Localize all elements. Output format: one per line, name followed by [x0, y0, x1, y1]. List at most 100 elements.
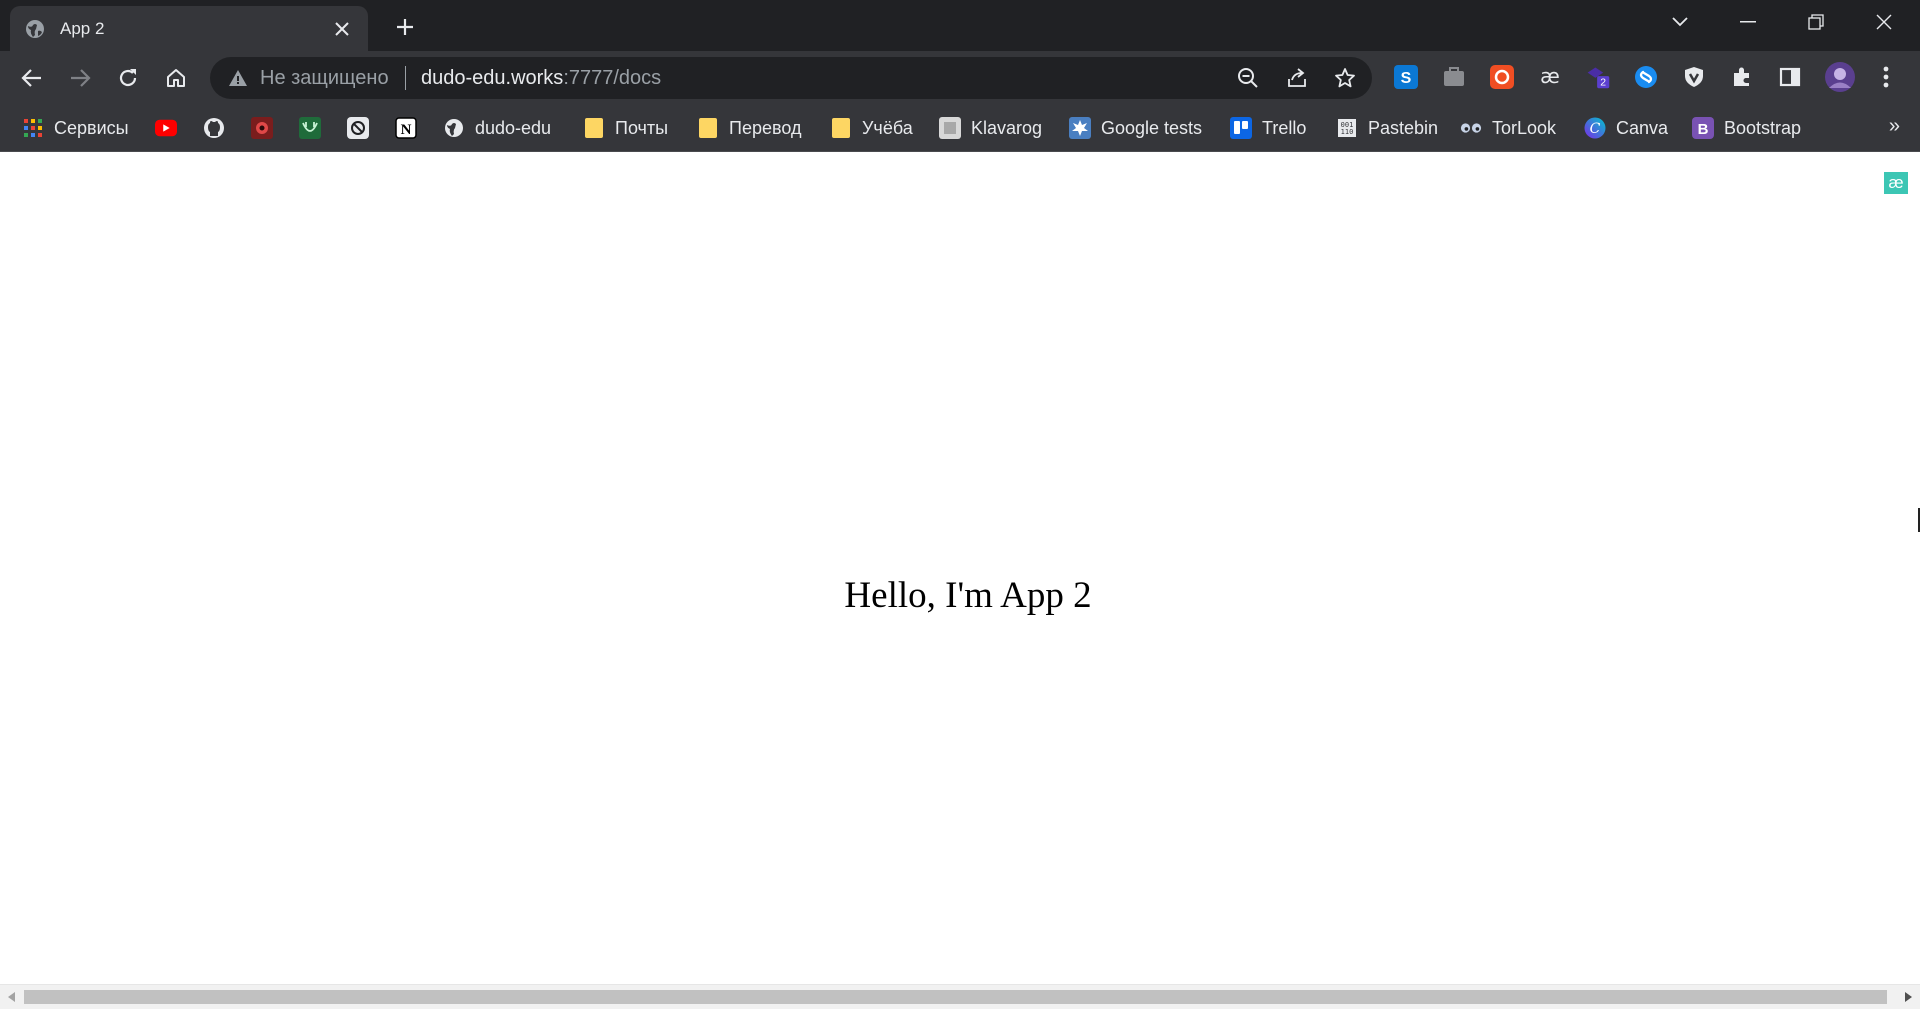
page-content: æ Hello, I'm App 2: [0, 152, 1920, 984]
bookmark-label: Перевод: [729, 117, 802, 138]
svg-text:æ: æ: [1540, 65, 1560, 88]
bookmark-services[interactable]: Сервисы: [22, 115, 129, 141]
horizontal-scrollbar[interactable]: [0, 984, 1920, 1009]
reload-button[interactable]: [112, 62, 144, 94]
minimize-button[interactable]: [1714, 0, 1782, 44]
tab-search-chevron-icon[interactable]: [1646, 0, 1714, 44]
bookmark-torlook[interactable]: TorLook: [1460, 115, 1556, 141]
bookmark-green-app[interactable]: [299, 115, 321, 141]
bookmark-chatgpt[interactable]: [347, 115, 369, 141]
bookmark-dudo-edu[interactable]: dudo-edu: [443, 115, 551, 141]
folder-icon: [583, 117, 605, 139]
apps-grid-icon: [22, 117, 44, 139]
bookmark-label: Trello: [1262, 117, 1307, 138]
share-icon[interactable]: [1285, 66, 1309, 90]
restore-button[interactable]: [1782, 0, 1850, 44]
profile-avatar[interactable]: [1824, 61, 1856, 93]
bookmark-label: Google tests: [1101, 117, 1203, 138]
svg-text:N: N: [401, 122, 412, 138]
extension-badge-count: 2: [1600, 78, 1606, 89]
folder-icon: [830, 117, 852, 139]
puzzle-extensions-icon[interactable]: [1729, 64, 1755, 90]
bookmark-label: Сервисы: [54, 117, 129, 138]
tab-strip: App 2: [0, 0, 1920, 51]
scrollbar-thumb[interactable]: [24, 990, 1887, 1004]
bookmark-folder-mail[interactable]: Почты: [583, 115, 668, 141]
bookmark-label: Klavarog: [971, 117, 1043, 138]
zoom-out-icon[interactable]: [1236, 66, 1260, 90]
svg-text:S: S: [1401, 70, 1412, 87]
bookmark-youtube[interactable]: [155, 115, 177, 141]
bookmark-folder-study[interactable]: Учёба: [830, 115, 913, 141]
omnibox-divider: [405, 66, 406, 90]
address-bar[interactable]: Не защищено dudo-edu.works:7777/docs: [210, 57, 1372, 99]
skype-icon[interactable]: S: [1393, 64, 1419, 90]
bookmark-pastebin[interactable]: 001 110 Pastebin: [1336, 115, 1438, 141]
record-icon[interactable]: [1489, 64, 1515, 90]
kebab-menu-icon[interactable]: [1873, 64, 1899, 90]
security-label[interactable]: Не защищено: [260, 67, 389, 90]
tab-app-2[interactable]: App 2: [10, 6, 368, 51]
svg-text:B: B: [1698, 121, 1709, 138]
trello-icon: [1230, 117, 1252, 139]
bookmark-label: Почты: [615, 117, 669, 138]
ae-dictionary-page-badge[interactable]: æ: [1884, 172, 1908, 194]
bookmarks-overflow-button[interactable]: »: [1889, 115, 1900, 138]
shield-icon[interactable]: [1681, 64, 1707, 90]
bookmark-label: Bootstrap: [1724, 117, 1802, 138]
bookmark-label: TorLook: [1492, 117, 1557, 138]
home-button[interactable]: [160, 62, 192, 94]
new-tab-button[interactable]: [390, 12, 420, 42]
bookmark-notion[interactable]: N: [395, 115, 417, 141]
warning-icon[interactable]: [228, 68, 248, 93]
tab-title: App 2: [60, 18, 105, 38]
folder-icon: [697, 117, 719, 139]
close-tab-icon[interactable]: [330, 17, 354, 41]
eyes-icon: [1460, 117, 1482, 139]
url-path: :7777/docs: [563, 67, 662, 89]
bookmark-klavarog[interactable]: Klavarog: [939, 115, 1042, 141]
globe-icon: [24, 18, 46, 40]
shazam-icon[interactable]: [1633, 64, 1659, 90]
badge-extension-icon[interactable]: 2: [1585, 64, 1611, 90]
svg-text:110: 110: [1341, 128, 1354, 136]
scroll-left-arrow-icon[interactable]: [6, 990, 18, 1004]
chatgpt-icon: [347, 117, 369, 139]
bookmark-label: Учёба: [862, 117, 913, 138]
github-icon: [203, 117, 225, 139]
ae-dictionary-icon[interactable]: æ: [1537, 64, 1563, 90]
youtube-icon: [155, 117, 177, 139]
splash-icon: [1069, 117, 1091, 139]
bookmark-label: Canva: [1616, 117, 1669, 138]
side-panel-icon[interactable]: [1777, 64, 1803, 90]
globe-icon: [443, 117, 465, 139]
bootstrap-icon: B: [1692, 117, 1714, 139]
page-heading: Hello, I'm App 2: [844, 575, 1092, 616]
scroll-right-arrow-icon[interactable]: [1902, 990, 1914, 1004]
svg-text:C: C: [1590, 121, 1601, 137]
bookmark-label: Pastebin: [1368, 117, 1439, 138]
close-window-button[interactable]: [1850, 0, 1918, 44]
back-button[interactable]: [16, 62, 48, 94]
canva-icon: C: [1584, 117, 1606, 139]
bookmark-google-tests[interactable]: Google tests: [1069, 115, 1202, 141]
bookmark-folder-translate[interactable]: Перевод: [697, 115, 801, 141]
red-app-icon: [251, 117, 273, 139]
forward-button[interactable]: [64, 62, 96, 94]
url-host: dudo-edu.works: [421, 67, 564, 89]
bookmark-label: dudo-edu: [475, 117, 552, 138]
bookmarks-bar: Сервисы N dudo-edu Почты Перевод Учёба K…: [0, 105, 1920, 152]
bookmark-bootstrap[interactable]: B Bootstrap: [1692, 115, 1801, 141]
pastebin-icon: 001 110: [1336, 117, 1358, 139]
bookmark-red-app[interactable]: [251, 115, 273, 141]
notion-icon: N: [395, 117, 417, 139]
url-text[interactable]: dudo-edu.works:7777/docs: [421, 67, 661, 90]
bookmark-github[interactable]: [203, 115, 225, 141]
browser-toolbar: Не защищено dudo-edu.works:7777/docs S æ…: [0, 51, 1920, 105]
briefcase-icon[interactable]: [1441, 64, 1467, 90]
bookmark-canva[interactable]: C Canva: [1584, 115, 1668, 141]
bookmark-trello[interactable]: Trello: [1230, 115, 1306, 141]
green-app-icon: [299, 117, 321, 139]
keyboard-icon: [939, 117, 961, 139]
bookmark-star-icon[interactable]: [1333, 66, 1357, 90]
